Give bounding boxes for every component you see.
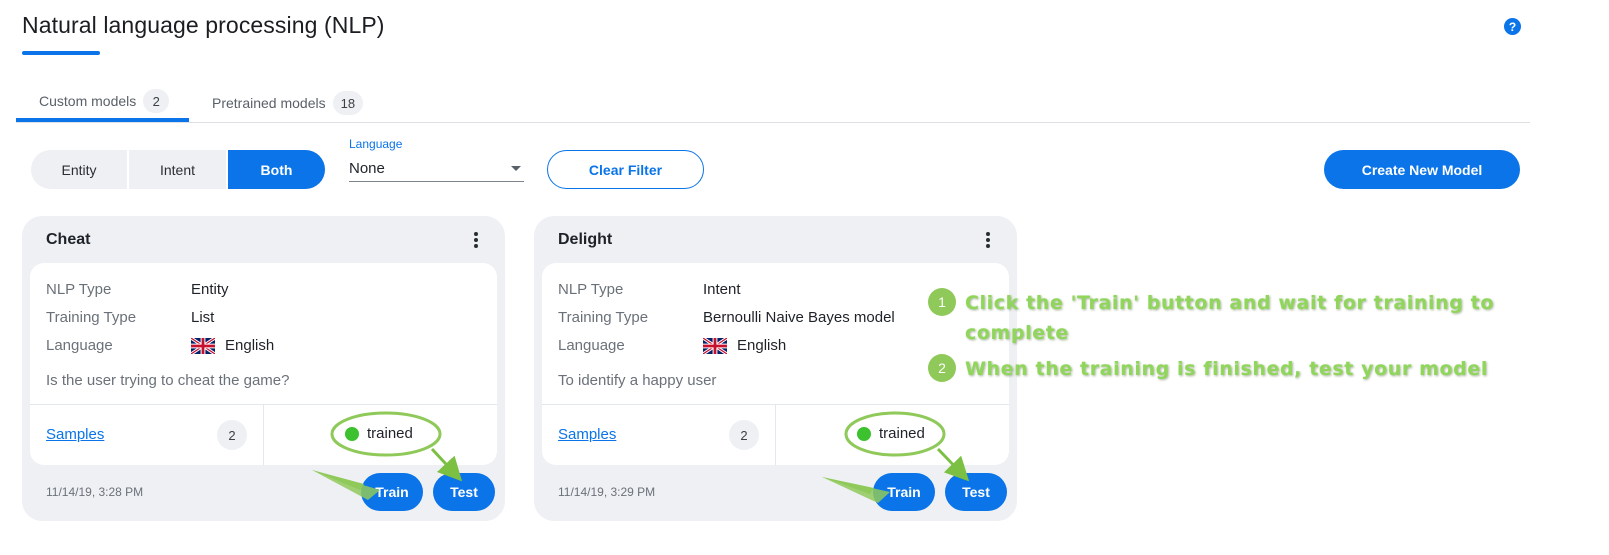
annotation-step: 2 When the training is finished, test yo… — [928, 354, 1528, 384]
detail-key: NLP Type — [46, 281, 112, 298]
more-vertical-icon[interactable] — [471, 232, 481, 248]
question-circle-icon[interactable]: ? — [1504, 18, 1521, 35]
detail-row: Training Type List — [46, 309, 214, 326]
train-button[interactable]: Train — [873, 473, 935, 511]
detail-value-language: English — [703, 337, 786, 354]
divider — [263, 405, 264, 465]
detail-row: NLP Type Entity — [46, 281, 229, 298]
detail-key: Language — [558, 337, 625, 354]
type-filter-segmented-control: Entity Intent Both — [31, 150, 325, 189]
detail-key: Training Type — [46, 309, 137, 326]
detail-key: Language — [46, 337, 113, 354]
language-filter: Language None — [349, 137, 524, 182]
page-title-underline — [22, 51, 100, 55]
samples-count-badge: 2 — [729, 420, 759, 450]
language-select-value: None — [349, 160, 385, 177]
samples-link[interactable]: Samples — [46, 426, 104, 443]
language-value: English — [225, 337, 275, 354]
filter-entity-button[interactable]: Entity — [31, 150, 129, 189]
status-dot-icon — [345, 426, 359, 441]
chevron-down-icon — [511, 166, 521, 171]
detail-key: Training Type — [558, 309, 649, 326]
uk-flag-icon — [703, 337, 727, 354]
detail-key: NLP Type — [558, 281, 624, 298]
tab-label: Pretrained models — [212, 95, 326, 111]
step-number-badge: 1 — [928, 288, 956, 316]
model-card: Cheat NLP Type Entity Training Type List… — [22, 216, 505, 521]
language-label: Language — [349, 137, 403, 151]
model-description: To identify a happy user — [558, 372, 717, 389]
detail-value: List — [191, 309, 215, 326]
detail-row: Language English — [558, 337, 786, 354]
page-title: Natural language processing (NLP) — [22, 12, 385, 38]
detail-row: NLP Type Intent — [558, 281, 741, 298]
model-description: Is the user trying to cheat the game? — [46, 372, 290, 389]
model-details: NLP Type Entity Training Type List Langu… — [30, 263, 497, 465]
more-vertical-icon[interactable] — [983, 232, 993, 248]
detail-value-language: English — [191, 337, 274, 354]
model-date: 11/14/19, 3:29 PM — [558, 485, 656, 499]
annotation-step: 1 Click the 'Train' button and wait for … — [928, 288, 1508, 348]
step-text: Click the 'Train' button and wait for tr… — [965, 292, 1494, 344]
detail-row: Language English — [46, 337, 274, 354]
clear-filter-button[interactable]: Clear Filter — [547, 150, 704, 189]
test-button[interactable]: Test — [945, 473, 1007, 511]
samples-link[interactable]: Samples — [558, 426, 616, 443]
detail-value: Entity — [191, 281, 229, 298]
card-footer-row: Samples 2 trained — [542, 404, 1009, 465]
model-name: Delight — [558, 231, 613, 248]
detail-value: Intent — [703, 281, 741, 298]
status-badge: trained — [857, 425, 925, 442]
step-text: When the training is finished, test your… — [965, 358, 1488, 380]
filter-both-button[interactable]: Both — [228, 150, 325, 189]
filter-intent-button[interactable]: Intent — [129, 150, 228, 189]
model-date: 11/14/19, 3:28 PM — [46, 485, 144, 499]
step-number-badge: 2 — [928, 354, 956, 382]
tab-count-badge: 2 — [143, 89, 170, 113]
detail-row: Training Type Bernoulli Naive Bayes mode… — [558, 309, 895, 326]
status-dot-icon — [857, 426, 871, 441]
language-select[interactable]: None — [349, 156, 524, 182]
status-text: trained — [367, 425, 413, 442]
test-button[interactable]: Test — [433, 473, 495, 511]
language-value: English — [737, 337, 787, 354]
tab-bar: Custom models 2 Pretrained models 18 — [16, 84, 1530, 123]
create-new-model-button[interactable]: Create New Model — [1324, 150, 1520, 189]
tab-label: Custom models — [39, 93, 137, 109]
samples-count-badge: 2 — [217, 420, 247, 450]
model-name: Cheat — [46, 231, 91, 248]
detail-value: Bernoulli Naive Bayes model — [703, 309, 895, 326]
tab-count-badge: 18 — [332, 91, 364, 115]
divider — [775, 405, 776, 465]
status-badge: trained — [345, 425, 413, 442]
status-text: trained — [879, 425, 925, 442]
tab-custom-models[interactable]: Custom models 2 — [16, 84, 189, 122]
tab-pretrained-models[interactable]: Pretrained models 18 — [212, 84, 364, 122]
uk-flag-icon — [191, 337, 215, 354]
card-footer-row: Samples 2 trained — [30, 404, 497, 465]
train-button[interactable]: Train — [361, 473, 423, 511]
